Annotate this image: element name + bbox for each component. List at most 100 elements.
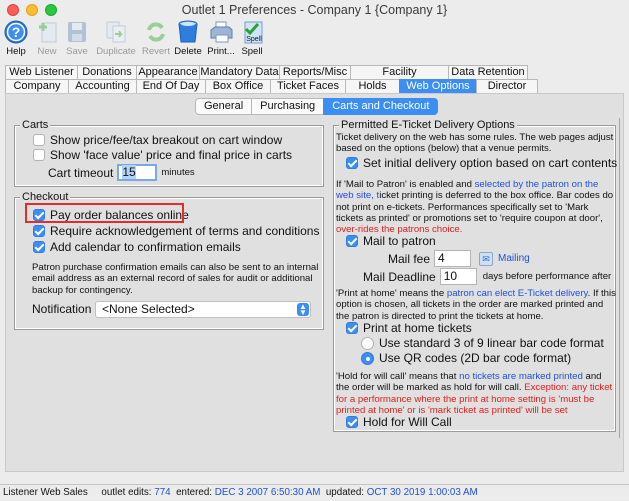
mail-note: If 'Mail to Patron' is enabled and selec…	[336, 179, 614, 236]
tab-row-1: Web Listener Donations Appearance Mandat…	[5, 65, 528, 91]
minimize-window-button[interactable]	[26, 4, 38, 16]
tab-data-retention[interactable]: Data Retention	[448, 65, 528, 79]
mail-fee-row: Mail fee 4 ✉ Mailing	[388, 250, 530, 267]
cart-timeout-input[interactable]: 15	[117, 164, 158, 181]
add-calendar-checkbox[interactable]	[33, 241, 45, 253]
save-button[interactable]: Save	[64, 20, 90, 60]
subtab-purchasing[interactable]: Purchasing	[251, 98, 325, 115]
set-initial-checkbox-row[interactable]: Set initial delivery option based on car…	[346, 156, 617, 170]
new-button[interactable]: New	[35, 20, 59, 60]
cart-timeout-label: Cart timeout	[48, 165, 114, 180]
checkout-group-title: Checkout	[20, 191, 71, 203]
barcode-qr-radio-row[interactable]: Use QR codes (2D bar code format)	[361, 351, 571, 365]
status-outlet-name: Listener Web Sales	[3, 487, 88, 498]
mail-fee-label: Mail fee	[388, 251, 431, 266]
will-call-note: 'Hold for will call' means that no ticke…	[336, 371, 613, 416]
carts-group-title: Carts	[20, 119, 51, 131]
hold-will-call-checkbox-row[interactable]: Hold for Will Call	[346, 415, 452, 429]
subtab-carts-and-checkout[interactable]: Carts and Checkout	[323, 98, 439, 115]
barcode-linear-radio[interactable]	[361, 336, 374, 350]
status-updated-label: updated:	[325, 487, 364, 498]
show-breakout-checkbox[interactable]	[33, 134, 45, 146]
carts-group: Carts Show price/fee/tax breakout on car…	[14, 119, 324, 187]
preferences-window: Outlet 1 Preferences - Company 1 {Compan…	[0, 0, 629, 500]
tab-web-listener[interactable]: Web Listener	[5, 65, 78, 79]
spell-button[interactable]: Spell Spell	[240, 20, 264, 60]
mail-deadline-suffix: days before performance after	[482, 271, 612, 282]
tab-donations[interactable]: Donations	[77, 65, 137, 79]
delivery-intro-note: Ticket delivery on the web has some rule…	[336, 132, 614, 155]
print-at-home-checkbox-row[interactable]: Print at home tickets	[346, 321, 472, 335]
require-terms-checkbox[interactable]	[33, 225, 45, 237]
barcode-qr-radio[interactable]	[361, 351, 374, 365]
new-document-icon	[35, 20, 61, 44]
tab-ticket-faces[interactable]: Ticket Faces	[270, 79, 346, 93]
mail-to-patron-checkbox-row[interactable]: Mail to patron	[346, 234, 436, 248]
status-edits-value: 774	[154, 487, 171, 498]
status-updated-value: OCT 30 2019 1:00:03 AM	[366, 487, 478, 498]
barcode-linear-radio-row[interactable]: Use standard 3 of 9 linear bar code form…	[361, 336, 604, 350]
printer-icon	[208, 20, 234, 44]
subtab-general[interactable]: General	[195, 98, 253, 115]
tab-company[interactable]: Company	[5, 79, 69, 93]
hold-will-call-checkbox[interactable]	[346, 416, 358, 428]
tab-reports-misc[interactable]: Reports/Misc	[279, 65, 351, 79]
tab-holds[interactable]: Holds	[345, 79, 400, 93]
require-terms-checkbox-row[interactable]: Require acknowledgement of terms and con…	[33, 224, 319, 238]
duplicate-button[interactable]: Duplicate	[96, 20, 136, 60]
toolbar: ? Help New Save Duplicate Revert Delete …	[0, 20, 629, 60]
mailing-link[interactable]: Mailing	[498, 253, 530, 264]
notification-select[interactable]: <None Selected> ▲ ▼	[95, 301, 311, 318]
cart-timeout-unit: minutes	[161, 167, 195, 178]
mail-deadline-row: Mail Deadline 10 days before performance…	[363, 268, 611, 285]
notification-row: Notification	[32, 302, 91, 316]
trash-icon	[175, 20, 201, 44]
add-calendar-checkbox-row[interactable]: Add calendar to confirmation emails	[33, 240, 241, 254]
show-face-value-checkbox[interactable]	[33, 149, 45, 161]
tab-facility-management[interactable]: Facility Management	[350, 65, 449, 91]
select-stepper-icon: ▲ ▼	[297, 303, 309, 317]
close-window-button[interactable]	[7, 4, 19, 16]
panel-scrollbar[interactable]	[619, 118, 622, 438]
tab-accounting[interactable]: Accounting	[68, 79, 137, 93]
mailing-icon[interactable]: ✉	[479, 251, 494, 266]
show-breakout-checkbox-row[interactable]: Show price/fee/tax breakout on cart wind…	[33, 133, 282, 147]
mail-fee-input[interactable]: 4	[434, 250, 472, 267]
mail-to-patron-checkbox[interactable]	[346, 235, 358, 247]
save-icon	[64, 20, 90, 44]
status-bar: Listener Web Sales outlet edits: 774 ent…	[0, 484, 629, 500]
tab-mandatory-data[interactable]: Mandatory Data	[199, 65, 280, 79]
highlight-annotation	[25, 203, 184, 223]
subtab-bar: General Purchasing Carts and Checkout	[195, 98, 439, 115]
tab-appearance[interactable]: Appearance	[136, 65, 200, 79]
duplicate-icon	[103, 20, 129, 44]
cart-timeout-row: Cart timeout 15 minutes	[48, 164, 195, 181]
delivery-options-title: Permitted E-Ticket Delivery Options	[339, 119, 517, 131]
mail-deadline-input[interactable]: 10	[439, 268, 477, 285]
help-icon: ?	[3, 20, 29, 44]
print-button[interactable]: Print...	[206, 20, 236, 60]
tab-director[interactable]: Director	[476, 79, 538, 93]
window-title: Outlet 1 Preferences - Company 1 {Compan…	[181, 3, 448, 17]
set-initial-checkbox[interactable]	[346, 157, 358, 169]
mail-deadline-label: Mail Deadline	[363, 269, 436, 284]
tab-web-options[interactable]: Web Options	[399, 79, 477, 93]
delete-button[interactable]: Delete	[174, 20, 202, 60]
revert-icon	[143, 20, 169, 44]
show-face-value-checkbox-row[interactable]: Show 'face value' price and final price …	[33, 148, 292, 162]
print-at-home-note: 'Print at home' means the patron can ele…	[336, 288, 616, 322]
tab-end-of-day[interactable]: End Of Day	[136, 79, 206, 93]
svg-text:?: ?	[12, 24, 21, 40]
status-entered-label: entered:	[176, 487, 213, 498]
print-at-home-checkbox[interactable]	[346, 322, 358, 334]
revert-button[interactable]: Revert	[141, 20, 171, 60]
delivery-options-group: Permitted E-Ticket Delivery Options Tick…	[333, 119, 617, 432]
status-edits-label: outlet edits:	[101, 487, 152, 498]
notification-label: Notification	[32, 302, 92, 316]
zoom-window-button[interactable]	[45, 4, 57, 16]
help-button[interactable]: ? Help	[3, 20, 29, 60]
svg-text:Spell: Spell	[246, 36, 262, 43]
tab-row-2: Company Accounting End Of Day Box Office…	[5, 79, 538, 93]
tab-box-office[interactable]: Box Office	[205, 79, 271, 93]
checkout-note: Patron purchase confirmation emails can …	[32, 262, 319, 296]
